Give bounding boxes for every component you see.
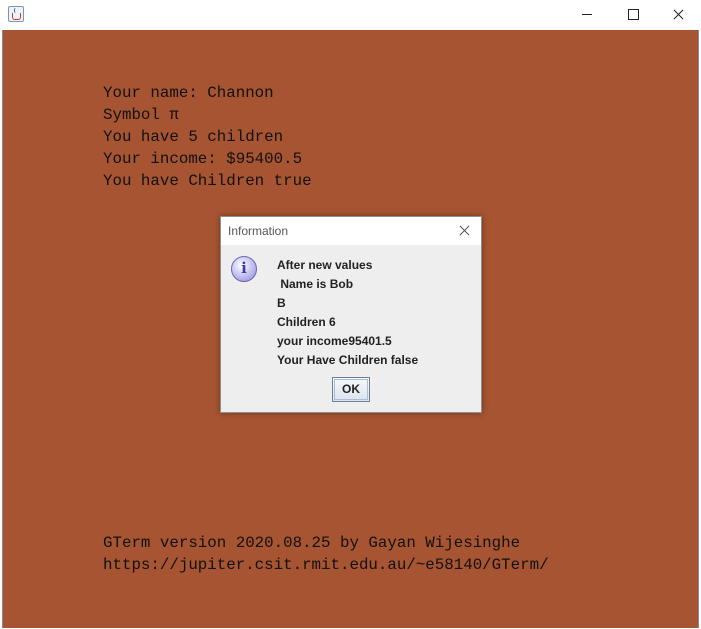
window-title-bar xyxy=(0,0,701,30)
dialog-message-line: Children 6 xyxy=(277,315,336,329)
dialog-title-bar: Information xyxy=(221,217,481,245)
dialog-message-line: Name is Bob xyxy=(277,277,354,291)
terminal-line: Symbol π xyxy=(103,106,179,124)
information-icon: i xyxy=(231,256,257,282)
close-button[interactable] xyxy=(655,0,701,30)
dialog-close-button[interactable] xyxy=(457,223,473,239)
dialog-message-line: After new values xyxy=(277,258,373,272)
terminal-line: You have 5 children xyxy=(103,128,284,146)
terminal-line: Your name: Channon xyxy=(103,84,274,102)
version-footer: GTerm version 2020.08.25 by Gayan Wijesi… xyxy=(103,534,521,552)
dialog-message-line: B xyxy=(277,296,286,310)
terminal-line: You have Children true xyxy=(103,172,312,190)
dialog-title: Information xyxy=(228,224,289,238)
url-footer: https://jupiter.csit.rmit.edu.au/~e58140… xyxy=(103,556,549,574)
terminal-line: Your income: $95400.5 xyxy=(103,150,303,168)
maximize-button[interactable] xyxy=(610,0,656,30)
ok-button[interactable]: OK xyxy=(332,377,370,402)
dialog-message-line: Your Have Children false xyxy=(277,353,419,367)
information-dialog: Information i After new values Name is B… xyxy=(220,216,482,413)
java-cup-icon xyxy=(8,6,24,22)
minimize-button[interactable] xyxy=(564,0,610,30)
dialog-message-line: your income95401.5 xyxy=(277,334,392,348)
